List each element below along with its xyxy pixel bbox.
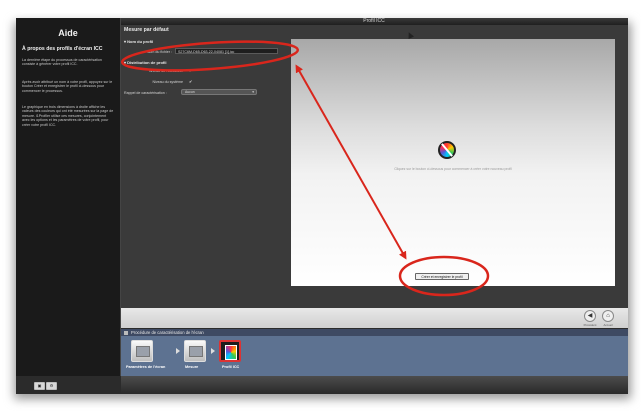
- reminder-select[interactable]: Aucun ▾: [181, 89, 257, 95]
- system-level-label: Niveau du système: [152, 80, 183, 84]
- workflow-step-display-settings[interactable]: [131, 340, 153, 362]
- page-title: Mesure par défaut: [124, 27, 169, 33]
- workflow-step-label: Mesure: [185, 365, 199, 369]
- workflow-panel: Paramètres de l'écran Mesure Profil ICC: [121, 336, 628, 376]
- arrow-right-icon: [211, 348, 215, 354]
- help-sidebar: Aide À propos des profils d'écran ICC La…: [16, 18, 121, 376]
- help-paragraph: Le graphique en trois dimensions à droit…: [22, 105, 114, 127]
- sidebar-toggle-icon[interactable]: ▣: [34, 382, 45, 390]
- monitor-icon: [136, 346, 150, 357]
- help-paragraph: Après avoir attribué un nom à votre prof…: [22, 80, 113, 93]
- user-level-label: Niveau de l'utilisateur: [148, 69, 183, 73]
- help-paragraph: La dernière étape du processus de caract…: [22, 58, 102, 67]
- main-panel: Mesure par défaut ▾ Nom du profil Nom du…: [121, 25, 628, 328]
- back-label: Précédent: [583, 323, 597, 327]
- colorsync-icon: [438, 141, 456, 159]
- monitor-icon: [189, 346, 203, 357]
- user-level-checkbox[interactable]: ✔: [189, 68, 192, 73]
- workflow-header: Procédure de caractérisation de l'écran: [121, 329, 628, 336]
- preview-instructions: Cliquez sur le bouton ci-dessous pour co…: [394, 167, 512, 171]
- workflow-step-label: Profil ICC: [222, 365, 240, 369]
- system-level-checkbox[interactable]: ✔: [189, 79, 192, 84]
- arrow-right-icon: [176, 348, 180, 354]
- navigation-strip: ◀ Précédent ⌂ Accueil: [121, 308, 628, 328]
- home-button[interactable]: ⌂: [602, 310, 614, 322]
- file-name-field[interactable]: S27C6M-D65-D63-22-04081 [1].icc: [175, 48, 278, 54]
- app-window: Profil ICC Aide À propos des profils d'é…: [16, 18, 628, 394]
- chevron-down-icon: ▾: [252, 90, 254, 94]
- distribution-section: ▾ Distribution de profil: [124, 60, 167, 65]
- back-arrow-icon: ◀: [587, 313, 593, 319]
- home-label: Accueil: [603, 323, 613, 327]
- home-icon: ⌂: [606, 313, 610, 319]
- bottom-bar: [121, 376, 628, 394]
- reminder-label: Rappel de caractérisation :: [124, 91, 167, 95]
- profile-preview-area: Cliquez sur le bouton ci-dessous pour co…: [291, 39, 615, 286]
- help-subtitle: À propos des profils d'écran ICC: [22, 46, 103, 52]
- help-title: Aide: [58, 28, 78, 38]
- back-button[interactable]: ◀: [584, 310, 596, 322]
- profile-name-section: ▾ Nom du profil: [124, 39, 154, 44]
- workflow-step-label: Paramètres de l'écran: [126, 365, 166, 369]
- workflow-step-measure[interactable]: [184, 340, 206, 362]
- settings-gear-icon[interactable]: ⚙: [46, 382, 57, 390]
- window-title: Profil ICC: [120, 18, 628, 25]
- create-save-profile-button[interactable]: Créer et enregistrer le profil: [415, 273, 469, 280]
- icc-profile-icon: [225, 345, 237, 360]
- workflow-step-icc-profile[interactable]: [219, 340, 241, 362]
- collapse-icon[interactable]: [124, 330, 128, 335]
- file-name-label: Nom du fichier :: [146, 50, 172, 54]
